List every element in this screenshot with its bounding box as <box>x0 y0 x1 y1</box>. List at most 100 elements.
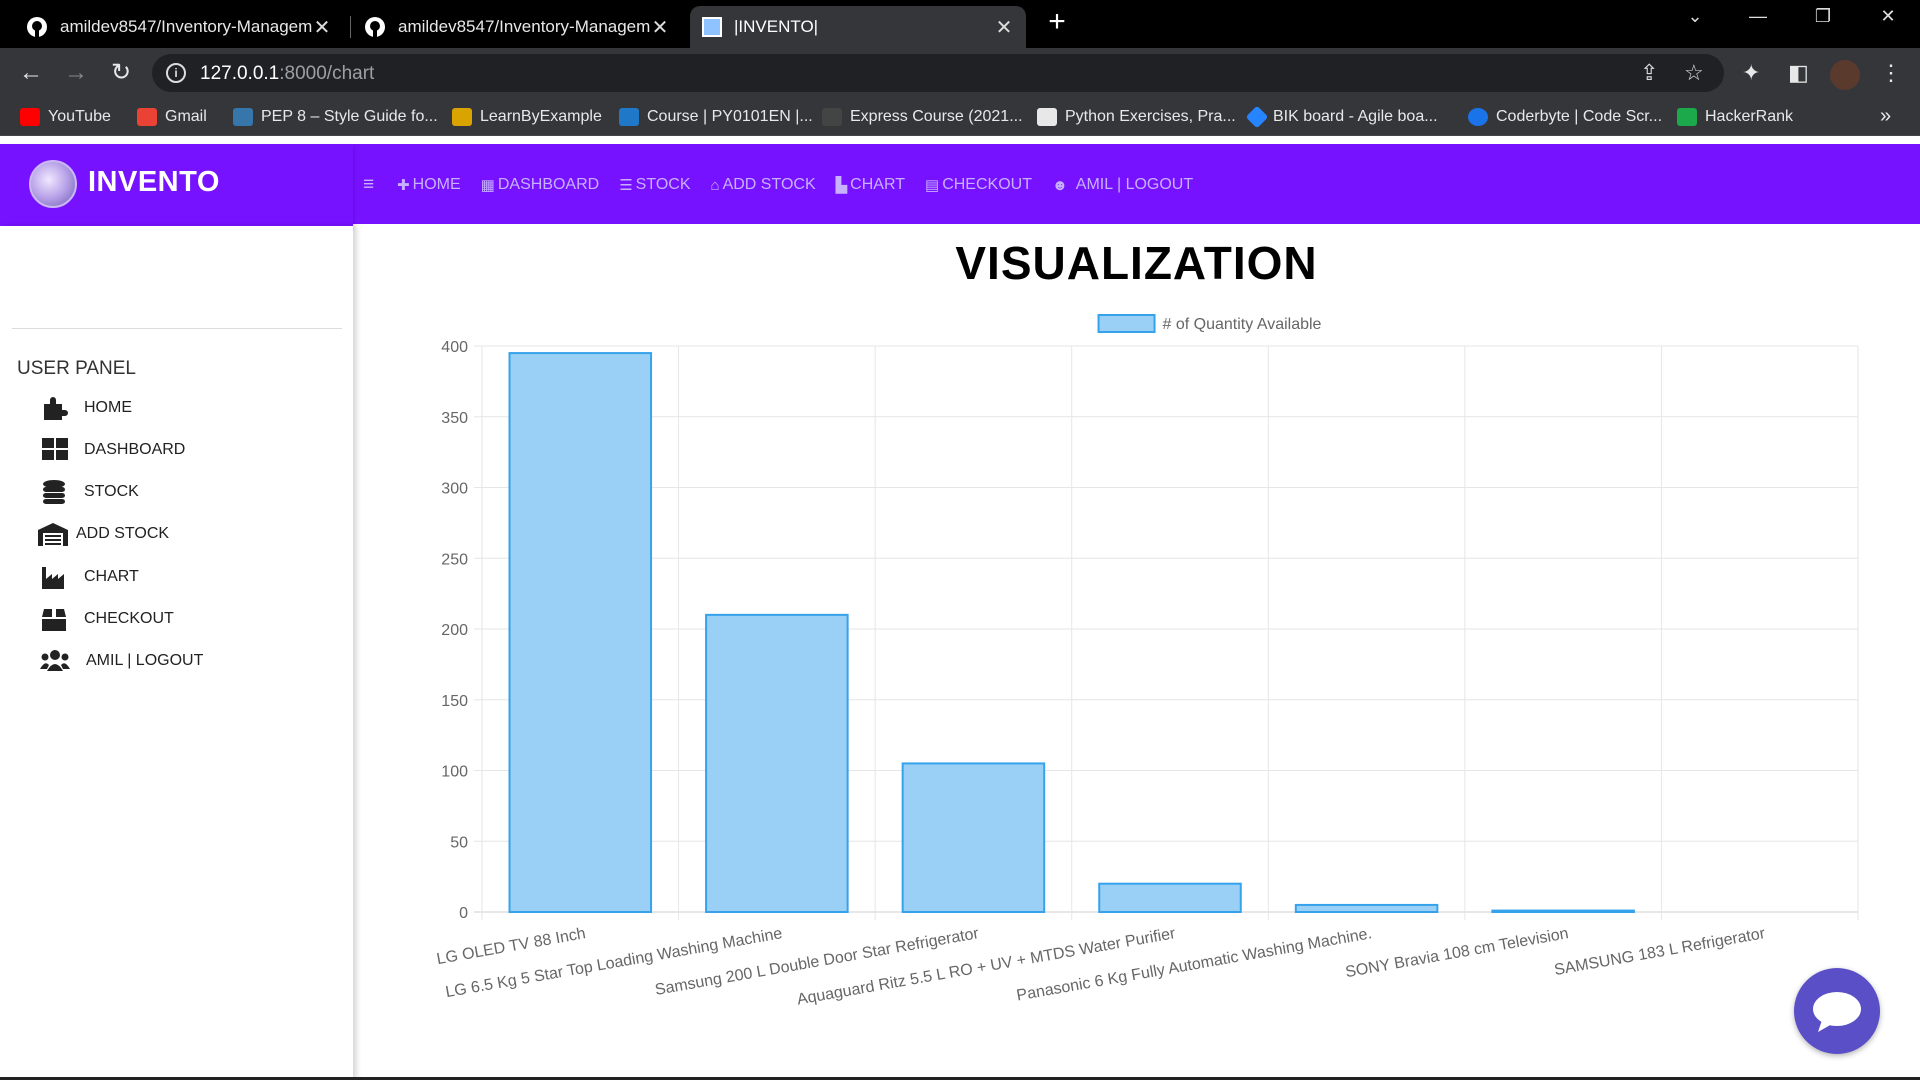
bookmark-coderbyte[interactable]: Coderbyte | Code Scr... <box>1468 106 1662 128</box>
forward-icon[interactable]: → <box>61 58 91 88</box>
code-icon <box>822 108 842 126</box>
gmail-icon <box>137 108 157 126</box>
window-close-icon[interactable]: ✕ <box>1873 6 1903 27</box>
topnav-label: ADD STOCK <box>722 176 816 193</box>
bookmark-python-exercises[interactable]: Python Exercises, Pra... <box>1037 106 1236 128</box>
box-icon: ▤ <box>925 177 940 194</box>
sidebar-item-label: CHECKOUT <box>84 610 174 627</box>
y-tick-label: 0 <box>459 905 468 922</box>
bookmark-label: BIK board - Agile boa... <box>1273 108 1438 125</box>
topnav-dashboard[interactable]: ▦ DASHBOARD <box>481 176 600 194</box>
chart-icon <box>42 567 64 589</box>
y-tick-label: 350 <box>441 410 468 427</box>
sidebar-item-add-stock[interactable]: ADD STOCK <box>38 522 169 546</box>
star-icon[interactable]: ☆ <box>1684 60 1704 86</box>
box-icon <box>42 609 66 631</box>
topnav-menu-toggle[interactable]: ≡ <box>363 174 377 196</box>
x-tick-label: SONY Bravia 108 cm Television <box>1344 925 1570 981</box>
browser-tab-2[interactable]: amildev8547/Inventory-Managemen ✕ <box>352 6 682 48</box>
back-icon[interactable]: ← <box>16 58 46 88</box>
chart-bar <box>901 762 1046 913</box>
url-path: :8000/chart <box>279 63 375 84</box>
chat-widget-button[interactable] <box>1794 968 1880 1054</box>
address-bar[interactable]: i 127.0.0.1:8000/chart ⇪ ☆ <box>152 54 1724 92</box>
dashboard-icon: ▦ <box>480 177 495 194</box>
chart-bar <box>705 613 849 913</box>
page-title: VISUALIZATION <box>955 237 1318 289</box>
tab-title: amildev8547/Inventory-Managemen <box>398 17 650 36</box>
topnav-label: AMIL | LOGOUT <box>1075 176 1194 193</box>
puzzle-icon: ✚ <box>397 177 410 194</box>
warehouse-icon <box>38 523 68 546</box>
tab-search-icon[interactable]: ⌄ <box>1680 6 1710 27</box>
sidebar-item-label: HOME <box>84 399 132 416</box>
bookmark-hackerrank[interactable]: HackerRank <box>1677 106 1793 128</box>
bookmark-pep8[interactable]: PEP 8 – Style Guide fo... <box>233 106 438 128</box>
chart-bar <box>1294 903 1439 913</box>
sidebar-item-checkout[interactable]: CHECKOUT <box>40 607 174 631</box>
close-icon[interactable]: ✕ <box>650 15 670 40</box>
browser-tab-active[interactable]: |INVENTO| ✕ <box>690 6 1026 48</box>
sidebar-item-logout[interactable]: AMIL | LOGOUT <box>40 649 203 673</box>
extensions-icon[interactable]: ✦ <box>1742 60 1760 86</box>
brand-name[interactable]: INVENTO <box>88 166 220 199</box>
chart-icon: ▙ <box>835 177 848 194</box>
bookmark-express[interactable]: Express Course (2021... <box>822 106 1023 128</box>
tab-title: |INVENTO| <box>734 17 819 36</box>
bookmark-learnbyexample[interactable]: LearnByExample <box>452 106 602 128</box>
topnav-chart[interactable]: ▙ CHART <box>836 176 905 194</box>
reload-icon[interactable]: ↻ <box>106 58 136 88</box>
coderbyte-icon <box>1468 108 1488 126</box>
brand-logo[interactable] <box>29 160 77 208</box>
info-icon[interactable]: i <box>166 63 186 83</box>
warehouse-icon: ⌂ <box>710 176 720 194</box>
hackerrank-icon <box>1677 108 1697 126</box>
minimize-icon[interactable]: — <box>1743 6 1773 27</box>
pynative-icon <box>1037 108 1057 126</box>
share-icon[interactable]: ⇪ <box>1640 60 1658 86</box>
profile-avatar[interactable] <box>1830 60 1860 90</box>
chart-bar <box>508 352 653 913</box>
legend-label: # of Quantity Available <box>1163 316 1322 333</box>
topnav-checkout[interactable]: ▤ CHECKOUT <box>925 176 1032 194</box>
topnav-logout[interactable]: ☻ AMIL | LOGOUT <box>1052 176 1193 194</box>
topnav-label: CHART <box>850 176 905 193</box>
x-tick-label: LG OLED TV 88 Inch <box>435 925 587 968</box>
bookmark-bik-board[interactable]: BIK board - Agile boa... <box>1245 105 1438 129</box>
sidebar-item-stock[interactable]: STOCK <box>40 480 139 504</box>
sidebar-item-home[interactable]: HOME <box>40 396 132 420</box>
bookmark-youtube[interactable]: YouTube <box>20 106 111 128</box>
sidebar-item-label: CHART <box>84 568 139 585</box>
close-icon[interactable]: ✕ <box>994 15 1014 40</box>
python-icon <box>233 108 253 126</box>
tab-title: amildev8547/Inventory-Managemen <box>60 17 312 36</box>
sidebar-item-dashboard[interactable]: DASHBOARD <box>40 438 185 462</box>
site-favicon-icon <box>702 17 722 37</box>
chart-bar <box>1491 909 1635 914</box>
url-text[interactable]: 127.0.0.1:8000/chart <box>200 63 374 85</box>
users-icon <box>40 650 70 671</box>
sidebar-item-label: ADD STOCK <box>76 525 170 542</box>
restore-icon[interactable]: ❐ <box>1808 6 1838 27</box>
browser-tab-1[interactable]: amildev8547/Inventory-Managemen ✕ <box>14 6 344 48</box>
bookmark-label: Course | PY0101EN |... <box>647 108 813 125</box>
topnav-stock[interactable]: ☰ STOCK <box>619 176 690 194</box>
bookmark-course[interactable]: Course | PY0101EN |... <box>619 106 813 128</box>
topnav-home[interactable]: ✚ HOME <box>397 176 461 194</box>
bookmark-label: LearnByExample <box>480 108 602 125</box>
legend-swatch <box>1097 314 1156 333</box>
github-icon <box>27 17 47 37</box>
more-bookmarks-icon[interactable]: » <box>1880 105 1891 128</box>
topnav-label: CHECKOUT <box>942 176 1032 193</box>
sidebar-item-chart[interactable]: CHART <box>40 565 139 589</box>
bookmark-label: PEP 8 – Style Guide fo... <box>261 108 438 125</box>
side-panel-icon[interactable]: ◧ <box>1788 60 1809 86</box>
bookmark-gmail[interactable]: Gmail <box>137 106 207 128</box>
chart-bar <box>1098 882 1242 914</box>
new-tab-icon[interactable]: + <box>1042 7 1072 38</box>
close-icon[interactable]: ✕ <box>312 15 332 40</box>
sidebar: USER PANEL HOME DASHBOARD STOCK ADD STOC… <box>0 226 353 1080</box>
menu-icon[interactable]: ⋮ <box>1880 60 1902 86</box>
topnav-label: DASHBOARD <box>497 176 600 193</box>
topnav-add-stock[interactable]: ⌂ ADD STOCK <box>711 176 816 194</box>
